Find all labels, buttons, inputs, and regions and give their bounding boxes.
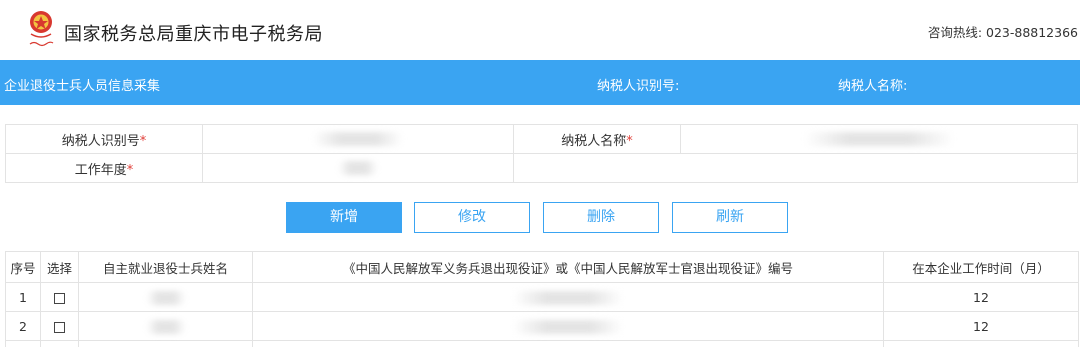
col-header-seq: 序号 xyxy=(6,252,41,283)
required-mark: * xyxy=(140,134,147,149)
redacted-value xyxy=(338,161,378,175)
taxpayer-id-header-label: 纳税人识别号: xyxy=(597,75,679,94)
row-seq: 1 xyxy=(6,283,41,312)
redacted-value xyxy=(513,320,623,334)
add-button[interactable]: 新增 xyxy=(286,202,402,233)
work-year-label-cell: 工作年度* xyxy=(6,154,203,183)
taxpayer-id-field[interactable] xyxy=(203,125,514,154)
redacted-value xyxy=(313,132,403,146)
page-title-bar: 企业退役士兵人员信息采集 纳税人识别号: 纳税人名称: xyxy=(0,60,1080,105)
table-row[interactable]: 1 12 xyxy=(6,283,1079,312)
col-header-name: 自主就业退役士兵姓名 xyxy=(79,252,253,283)
redacted-value xyxy=(513,291,623,305)
page-title: 企业退役士兵人员信息采集 xyxy=(4,75,160,94)
work-year-field[interactable] xyxy=(203,154,514,183)
row-select-cell xyxy=(41,283,79,312)
edit-button[interactable]: 修改 xyxy=(414,202,530,233)
taxpayer-name-label: 纳税人名称 xyxy=(561,134,626,149)
veteran-table: 序号 选择 自主就业退役士兵姓名 《中国人民解放军义务兵退出现役证》或《中国人民… xyxy=(5,251,1079,347)
row-name xyxy=(79,283,253,312)
taxpayer-name-field[interactable] xyxy=(681,125,1078,154)
row-select-cell xyxy=(41,312,79,341)
row-cert-no xyxy=(253,283,884,312)
table-row-partial xyxy=(6,341,1079,347)
col-header-select: 选择 xyxy=(41,252,79,283)
row-months: 12 xyxy=(884,283,1079,312)
app-title: 国家税务总局重庆市电子税务局 xyxy=(64,20,323,46)
taxpayer-name-label-cell: 纳税人名称* xyxy=(514,125,681,154)
required-mark: * xyxy=(127,163,134,178)
redacted-value xyxy=(146,320,186,334)
refresh-button[interactable]: 刷新 xyxy=(672,202,788,233)
app-header: 国家税务总局重庆市电子税务局 咨询热线: 023-88812366 xyxy=(0,0,1080,60)
tax-emblem-logo xyxy=(26,8,56,50)
hotline-text: 咨询热线: 023-88812366 xyxy=(928,22,1078,41)
table-row[interactable]: 2 12 xyxy=(6,312,1079,341)
empty-cell xyxy=(514,154,1078,183)
taxpayer-id-label: 纳税人识别号 xyxy=(62,134,140,149)
taxpayer-name-header-label: 纳税人名称: xyxy=(838,75,907,94)
col-header-cert-no: 《中国人民解放军义务兵退出现役证》或《中国人民解放军士官退出现役证》编号 xyxy=(253,252,884,283)
redacted-value xyxy=(146,291,186,305)
row-checkbox[interactable] xyxy=(54,293,65,304)
table-header-row: 序号 选择 自主就业退役士兵姓名 《中国人民解放军义务兵退出现役证》或《中国人民… xyxy=(6,252,1079,283)
row-seq: 2 xyxy=(6,312,41,341)
row-name xyxy=(79,312,253,341)
required-mark: * xyxy=(626,134,633,149)
col-header-months: 在本企业工作时间（月） xyxy=(884,252,1079,283)
row-cert-no xyxy=(253,312,884,341)
taxpayer-info-form: 纳税人识别号* 纳税人名称* 工作年度* xyxy=(5,124,1078,183)
work-year-label: 工作年度 xyxy=(75,163,127,178)
taxpayer-id-label-cell: 纳税人识别号* xyxy=(6,125,203,154)
row-checkbox[interactable] xyxy=(54,322,65,333)
row-months: 12 xyxy=(884,312,1079,341)
delete-button[interactable]: 删除 xyxy=(543,202,659,233)
redacted-value xyxy=(804,132,954,146)
